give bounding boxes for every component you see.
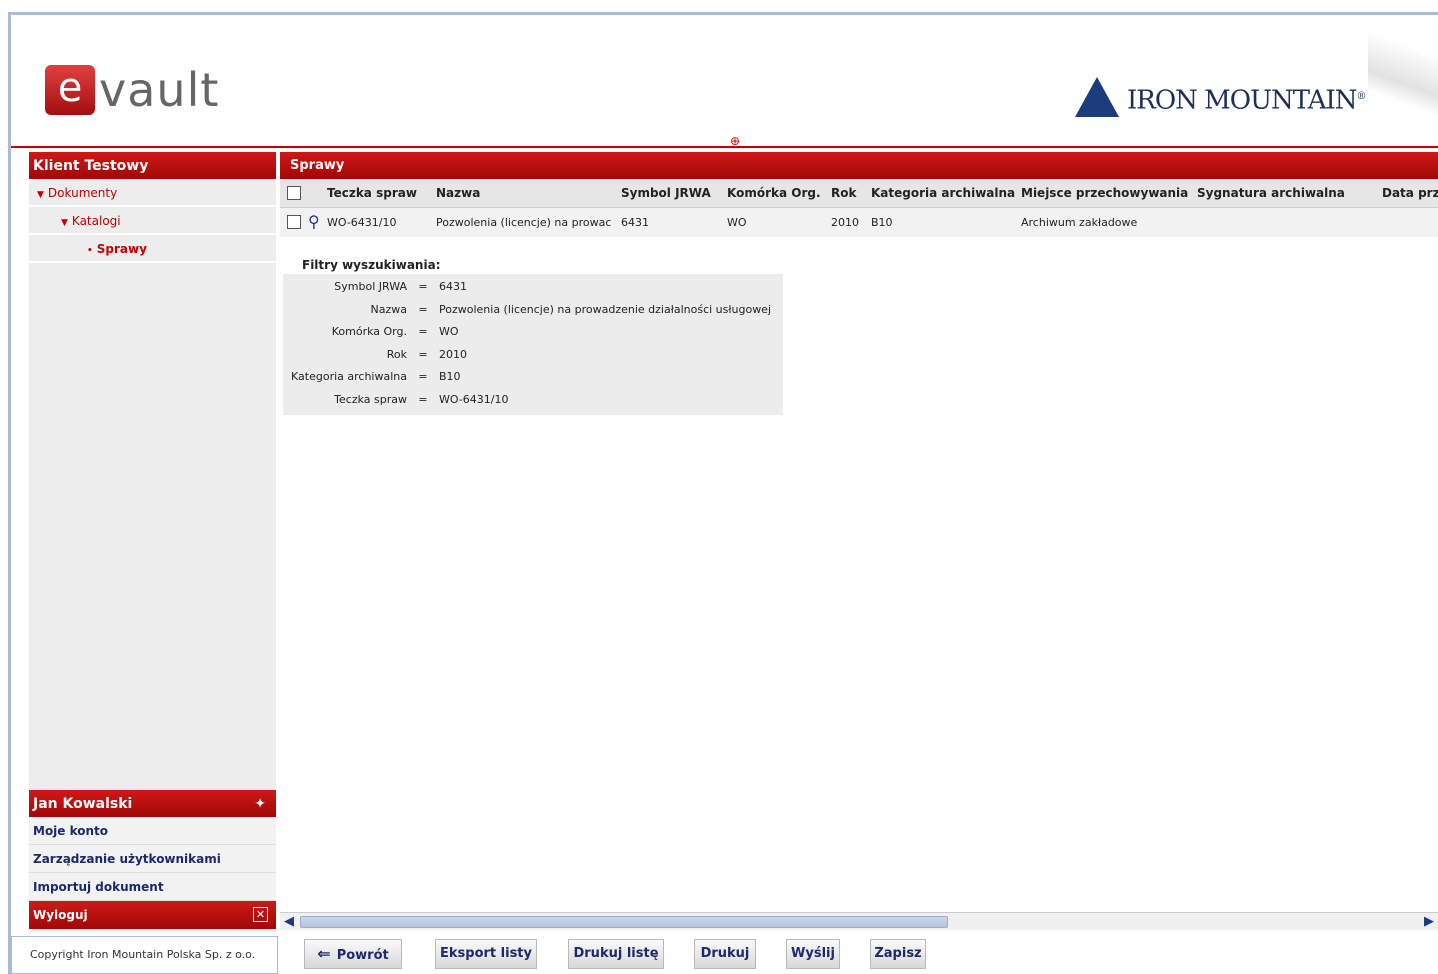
toolbar: ⇐ Powrót Eksport listy Drukuj listę Druku…: [280, 936, 1438, 974]
send-button[interactable]: Wyślij: [786, 939, 840, 969]
plus-icon[interactable]: ✦: [254, 790, 266, 818]
tree-item-label: Dokumenty: [47, 186, 118, 200]
cell-teczka: WO-6431/10: [327, 216, 397, 229]
collapse-header-icon[interactable]: ⊕: [726, 134, 744, 148]
col-header-kategoria[interactable]: Kategoria archiwalna: [871, 179, 1015, 208]
cell-symbol: 6431: [621, 216, 649, 229]
col-header-data[interactable]: Data prz: [1382, 179, 1438, 208]
filter-key: Rok: [386, 347, 407, 361]
filter-value: B10: [439, 370, 461, 383]
tree-item-label: Katalogi: [71, 214, 121, 228]
filter-eq: =: [418, 302, 428, 316]
row-checkbox[interactable]: [287, 215, 301, 229]
filter-key: Nazwa: [370, 302, 407, 316]
filter-row: Nazwa = Pozwolenia (licencje) na prowadzen…: [283, 299, 783, 322]
filter-row: Rok = 2010: [283, 344, 783, 367]
filter-value: 6431: [439, 280, 467, 293]
filter-value: WO-6431/10: [439, 392, 509, 406]
export-list-button[interactable]: Eksport listy: [435, 939, 537, 969]
expand-arrow-icon: ▼: [37, 190, 44, 200]
select-all-checkbox[interactable]: [287, 186, 301, 200]
tree-item-label: Sprawy: [96, 242, 147, 256]
table-row[interactable]: ⚲ WO-6431/10 Pozwolenia (licencje) na pr…: [280, 208, 1438, 237]
filter-key: Symbol JRWA: [334, 280, 407, 293]
filter-value: Pozwolenia (licencje) na prowadzenie dzi…: [439, 302, 772, 316]
logout-button[interactable]: Wyloguj ✕: [29, 901, 276, 929]
filter-value: WO: [439, 325, 459, 338]
col-header-symbol[interactable]: Symbol JRWA: [621, 179, 721, 208]
cell-komorka: WO: [727, 216, 747, 229]
col-header-komorka[interactable]: Komórka Org.: [727, 179, 825, 208]
evault-logo: e vault: [45, 65, 219, 115]
search-filters: Filtry wyszukiwania: Symbol JRWA = 6431 Na…: [283, 256, 783, 415]
close-icon: ✕: [253, 907, 268, 922]
copyright-text: Copyright Iron Mountain Polska Sp. z o.o…: [11, 936, 278, 974]
logo-text: vault: [99, 63, 220, 117]
header: e vault IRON MOUNTAIN®: [11, 15, 1438, 147]
tree-item-katalogi[interactable]: ▼ Katalogi: [29, 207, 276, 235]
save-button[interactable]: Zapisz: [870, 939, 926, 969]
link-user-management[interactable]: Zarządzanie użytkownikami: [29, 845, 276, 873]
col-header-miejsce[interactable]: Miejsce przechowywania: [1021, 179, 1191, 208]
link-import-document[interactable]: Importuj dokument: [29, 873, 276, 901]
col-header-nazwa[interactable]: Nazwa: [436, 179, 616, 208]
col-header-rok[interactable]: Rok: [831, 179, 865, 208]
page-peel-decoration: [1368, 15, 1438, 125]
arrow-left-icon: ⇐: [317, 944, 331, 963]
filter-eq: =: [418, 370, 428, 383]
scroll-right-icon[interactable]: ▶: [1424, 913, 1434, 931]
cell-kategoria: B10: [871, 216, 893, 229]
cell-miejsce: Archiwum zakładowe: [1021, 216, 1138, 229]
link-my-account[interactable]: Moje konto: [29, 817, 276, 845]
back-button[interactable]: ⇐ Powrót: [304, 939, 402, 969]
filter-eq: =: [418, 347, 428, 361]
filter-eq: =: [418, 325, 428, 338]
user-name: Jan Kowalski: [33, 796, 133, 812]
filters-title: Filtry wyszukiwania:: [302, 258, 441, 272]
horizontal-scrollbar[interactable]: ◀ ▶: [280, 912, 1438, 930]
cell-data: [1382, 208, 1438, 237]
sidebar-title: Klient Testowy: [29, 152, 276, 179]
main-title: Sprawy: [280, 152, 1438, 179]
filters-box: Symbol JRWA = 6431 Nazwa = Pozwolenia (licen…: [283, 274, 783, 415]
brand-name: IRON MOUNTAIN: [1127, 86, 1357, 116]
filter-value: 2010: [439, 347, 467, 361]
logo-e-mark: e: [45, 65, 95, 115]
logout-label: Wyloguj: [33, 908, 88, 922]
cell-nazwa: Pozwolenia (licencje) na prowac: [436, 216, 612, 229]
cell-rok: 2010: [831, 216, 859, 229]
filter-row: Komórka Org. = WO: [283, 321, 783, 344]
user-panel: Jan Kowalski ✦ Moje konto Zarządzanie uż…: [29, 790, 276, 929]
col-header-sygnatura[interactable]: Sygnatura archiwalna: [1197, 179, 1377, 208]
back-label: Powrót: [336, 948, 389, 963]
search-icon[interactable]: ⚲: [308, 212, 320, 231]
cell-sygnatura: [1197, 208, 1377, 237]
tree-item-sprawy[interactable]: • Sprawy: [29, 235, 276, 263]
main-panel: Sprawy Teczka spraw Nazwa Symbol JRWA Ko…: [280, 152, 1438, 932]
user-panel-title: Jan Kowalski ✦: [29, 790, 276, 817]
print-list-button[interactable]: Drukuj listę: [568, 939, 664, 969]
filter-row: Symbol JRWA = 6431: [283, 276, 783, 299]
scroll-left-icon[interactable]: ◀: [284, 913, 294, 931]
filter-key: Kategoria archiwalna: [291, 370, 407, 383]
filter-row: Kategoria archiwalna = B10: [283, 366, 783, 389]
tree-item-dokumenty[interactable]: ▼ Dokumenty: [29, 179, 276, 207]
filter-key: Teczka spraw: [334, 392, 407, 406]
col-header-teczka[interactable]: Teczka spraw: [327, 179, 431, 208]
filter-row: Teczka spraw = WO-6431/10: [283, 389, 783, 412]
brand-mark: ®: [1356, 91, 1367, 103]
print-button[interactable]: Drukuj: [694, 939, 756, 969]
bullet-icon: •: [87, 246, 93, 256]
table-header: Teczka spraw Nazwa Symbol JRWA Komórka O…: [280, 179, 1438, 208]
expand-arrow-icon: ▼: [61, 218, 68, 228]
filter-eq: =: [418, 392, 428, 406]
mountain-icon: [1075, 77, 1119, 117]
iron-mountain-logo: IRON MOUNTAIN®: [1075, 77, 1367, 117]
scrollbar-thumb[interactable]: [300, 916, 948, 928]
filter-eq: =: [418, 280, 428, 293]
filter-key: Komórka Org.: [331, 325, 407, 338]
